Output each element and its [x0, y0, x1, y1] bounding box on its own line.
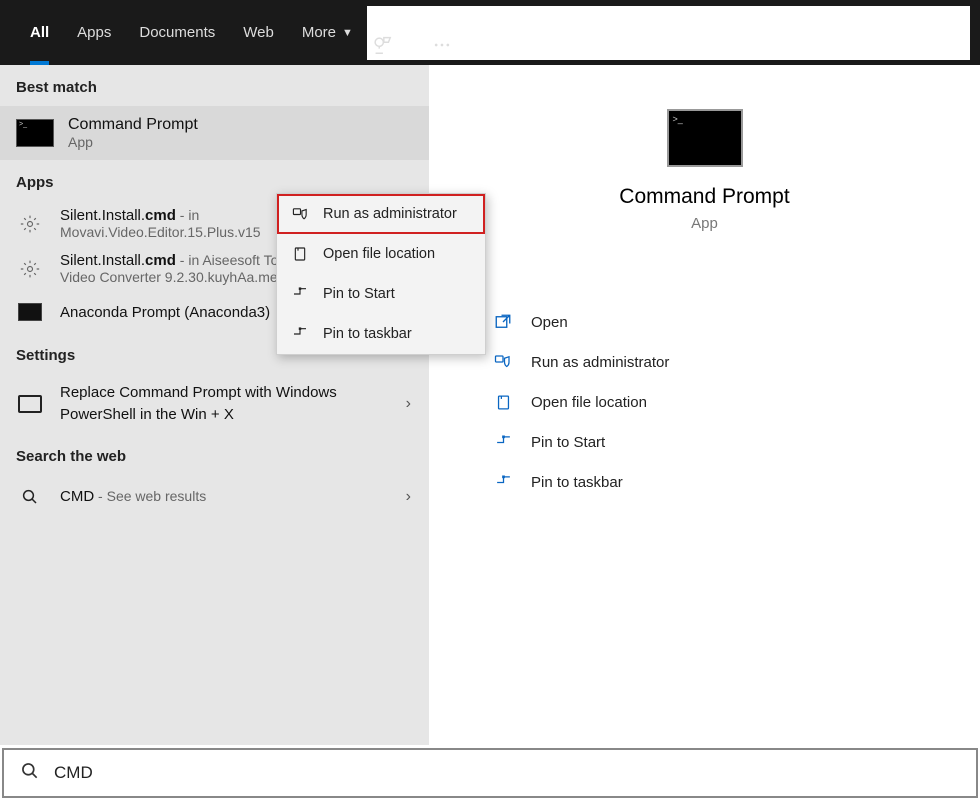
tab-more-label: More [302, 24, 336, 41]
chevron-down-icon: ▼ [342, 27, 353, 39]
pin-icon [291, 325, 309, 343]
main: Best match Command Prompt App Apps Silen… [0, 65, 980, 745]
action-run-admin[interactable]: Run as administrator [489, 342, 940, 382]
window-icon [18, 395, 42, 413]
command-prompt-icon-large [667, 109, 743, 167]
pin-icon [493, 432, 513, 452]
action-label: Run as administrator [531, 354, 669, 371]
command-prompt-icon [16, 119, 54, 147]
tab-apps[interactable]: Apps [63, 0, 125, 65]
best-match-header: Best match [0, 65, 429, 106]
preview-title: Command Prompt [619, 185, 789, 209]
ctx-label: Pin to Start [323, 286, 395, 302]
feedback-icon[interactable] [367, 30, 397, 60]
context-menu: Run as administrator Open file location … [276, 193, 486, 355]
tabs: All Apps Documents Web More ▼ [16, 0, 367, 65]
preview-subtitle: App [691, 215, 718, 232]
best-match-title: Command Prompt [68, 116, 198, 134]
search-icon [20, 761, 40, 786]
action-pin-start[interactable]: Pin to Start [489, 422, 940, 462]
folder-icon [493, 392, 513, 412]
open-icon [493, 312, 513, 332]
preview-pane: Command Prompt App Open Run as administr… [429, 65, 980, 745]
more-icon[interactable] [427, 30, 457, 60]
result-app-1-title: Silent.Install.cmd - in Aiseesoft Total [60, 252, 293, 269]
topbar: All Apps Documents Web More ▼ [0, 0, 980, 65]
ctx-pin-start[interactable]: Pin to Start [277, 274, 485, 314]
search-query: CMD [54, 763, 93, 783]
result-web-0[interactable]: CMD - See web results › [0, 475, 429, 519]
ctx-label: Run as administrator [323, 206, 457, 222]
ctx-open-location[interactable]: Open file location [277, 234, 485, 274]
chevron-right-icon: › [406, 395, 417, 413]
tab-web[interactable]: Web [229, 0, 288, 65]
action-open-location[interactable]: Open file location [489, 382, 940, 422]
tab-more[interactable]: More ▼ [288, 0, 367, 65]
action-label: Pin to Start [531, 434, 605, 451]
search-icon [18, 485, 42, 509]
tab-all[interactable]: All [16, 0, 63, 65]
best-match-subtitle: App [68, 134, 198, 150]
result-setting-0-title: Replace Command Prompt with Windows Powe… [60, 382, 370, 426]
action-label: Pin to taskbar [531, 474, 623, 491]
result-web-0-title: CMD - See web results [60, 488, 206, 505]
tab-documents[interactable]: Documents [125, 0, 229, 65]
result-app-2-title: Anaconda Prompt (Anaconda3) [60, 304, 270, 321]
action-label: Open file location [531, 394, 647, 411]
result-setting-0[interactable]: Replace Command Prompt with Windows Powe… [0, 374, 429, 434]
result-app-0-title: Silent.Install.cmd - in [60, 207, 261, 224]
pin-icon [291, 285, 309, 303]
search-bar[interactable]: CMD [2, 748, 978, 798]
terminal-icon [18, 303, 42, 321]
result-best-match[interactable]: Command Prompt App [0, 106, 429, 160]
action-pin-taskbar[interactable]: Pin to taskbar [489, 462, 940, 502]
ctx-label: Pin to taskbar [323, 326, 412, 342]
action-label: Open [531, 314, 568, 331]
web-header: Search the web [0, 434, 429, 475]
action-open[interactable]: Open [489, 302, 940, 342]
gear-icon [18, 257, 42, 281]
ctx-pin-taskbar[interactable]: Pin to taskbar [277, 314, 485, 354]
results-column: Best match Command Prompt App Apps Silen… [0, 65, 429, 745]
shield-icon [291, 205, 309, 223]
preview-actions: Open Run as administrator Open file loca… [429, 302, 980, 502]
chevron-right-icon: › [406, 488, 417, 506]
shield-icon [493, 352, 513, 372]
gear-icon [18, 212, 42, 236]
ctx-label: Open file location [323, 246, 435, 262]
ctx-run-as-admin[interactable]: Run as administrator [277, 194, 485, 234]
folder-icon [291, 245, 309, 263]
result-app-1-sub: Video Converter 9.2.30.kuyhAa.me [60, 269, 293, 285]
pin-icon [493, 472, 513, 492]
result-app-0-sub: Movavi.Video.Editor.15.Plus.v15 [60, 224, 261, 240]
